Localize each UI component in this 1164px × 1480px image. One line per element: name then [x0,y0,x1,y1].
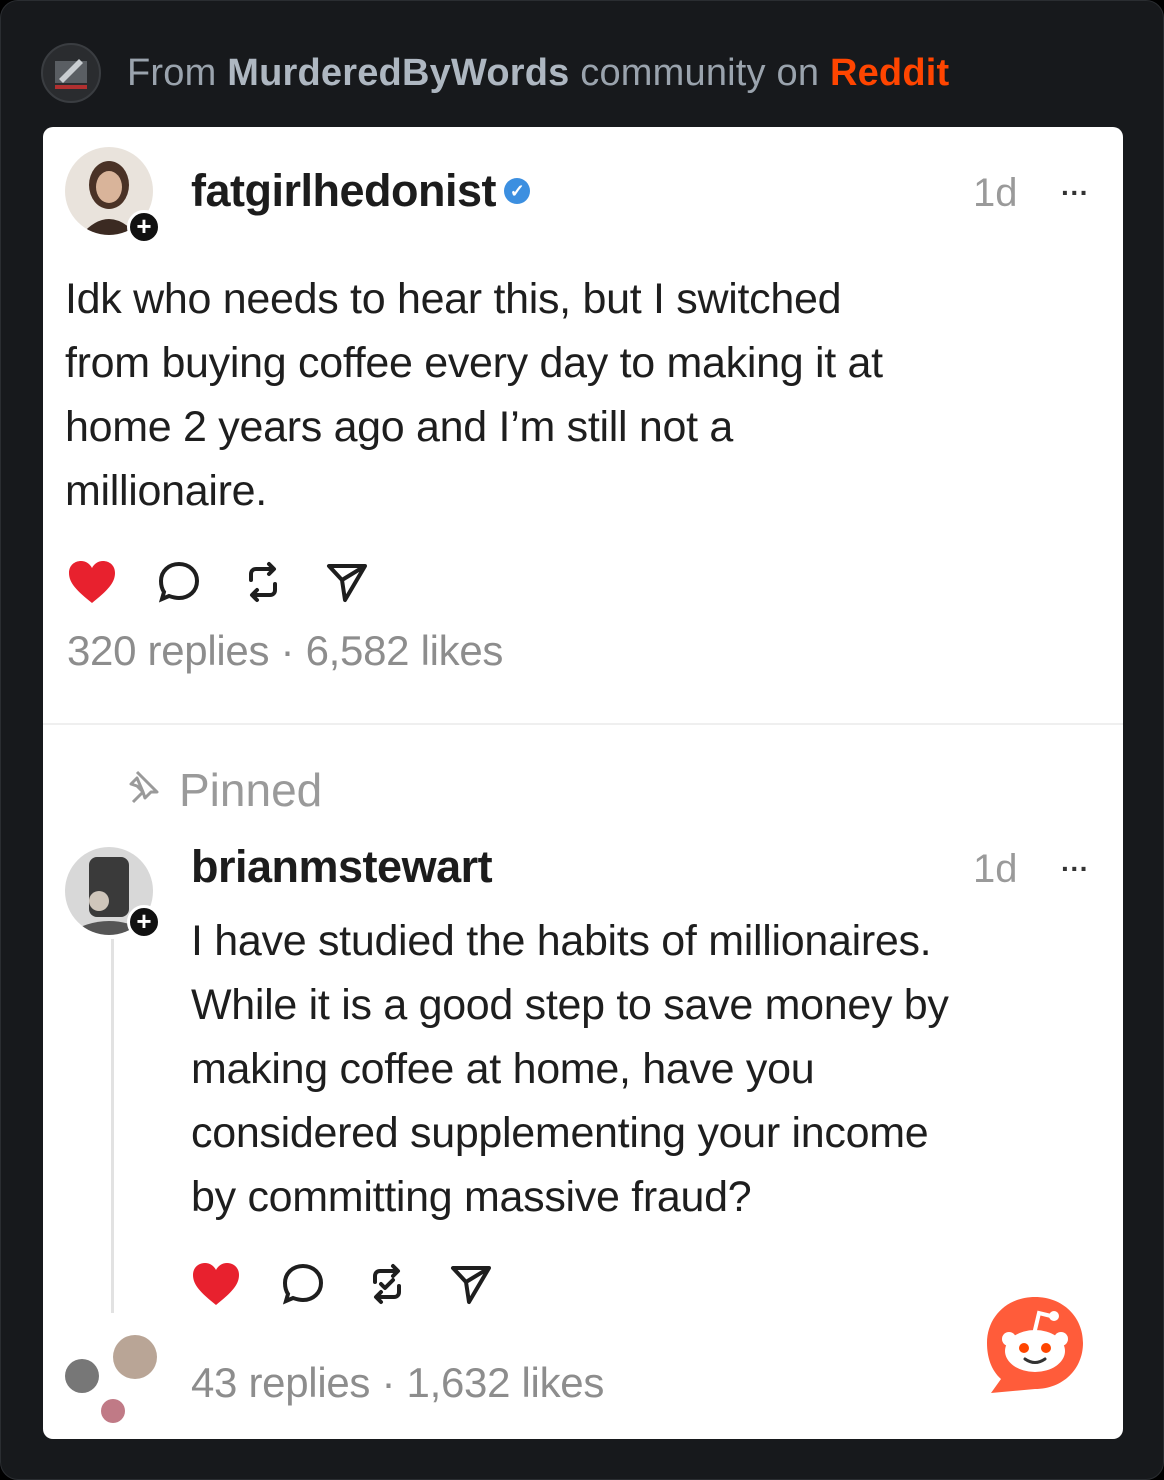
reddit-snoo-logo [983,1293,1087,1397]
follow-plus-icon[interactable]: + [127,210,161,244]
post-line: home 2 years ago and I’m still not a [65,403,734,451]
post-line: millionaire. [65,467,267,515]
comment-icon[interactable] [157,560,201,609]
heart-icon[interactable] [67,559,117,610]
reply-timestamp: 1d [973,847,1018,891]
repost-icon[interactable] [365,1262,409,1311]
divider [43,723,1123,725]
reply-body: I have studied the habits of millionaire… [191,909,949,1229]
comment-icon[interactable] [281,1262,325,1311]
reply-username[interactable]: brianmstewart [191,841,493,893]
share-icon[interactable] [325,560,369,609]
verified-badge-icon: ✓ [504,178,530,205]
follow-plus-icon[interactable]: + [127,905,161,939]
post-line: Idk who needs to hear this, but I switch… [65,275,842,323]
community-name-link[interactable]: MurderedByWords [227,52,569,94]
post-body: Idk who needs to hear this, but I switch… [65,267,883,523]
reply-more-options-icon[interactable]: ··· [1061,853,1089,885]
post-author-row: fatgirlhedonist ✓ [191,165,530,217]
embed-header: From MurderedByWords community on Reddit [41,43,949,103]
thread-line [111,939,114,1313]
share-icon[interactable] [449,1262,493,1311]
reply-actions [191,1261,533,1312]
pin-icon [123,763,161,817]
header-middle: community on [580,51,820,94]
reply-line: by committing massive fraud? [191,1173,752,1221]
replier-avatar [113,1335,157,1379]
post-actions [67,559,409,610]
repost-icon[interactable] [241,560,285,609]
replier-avatar [65,1359,99,1393]
pinned-label-row: Pinned [123,763,322,817]
reply-line: making coffee at home, have you [191,1045,815,1093]
header-prefix: From [127,51,217,94]
post-line: from buying coffee every day to making i… [65,339,883,387]
header-text: From MurderedByWords community on Reddit [127,52,949,95]
post-timestamp: 1d [973,171,1018,215]
post-more-options-icon[interactable]: ··· [1061,177,1089,209]
reply-stats[interactable]: 43 replies · 1,632 likes [191,1359,604,1407]
post-stats[interactable]: 320 replies · 6,582 likes [67,627,503,675]
pinned-label: Pinned [179,764,323,816]
reddit-link[interactable]: Reddit [830,52,949,94]
reply-line: considered supplementing your income [191,1109,929,1157]
threads-screenshot-card: + fatgirlhedonist ✓ 1d ··· Idk who needs … [43,127,1123,1439]
reddit-embed-frame: From MurderedByWords community on Reddit… [0,0,1164,1480]
reply-line: While it is a good step to save money by [191,981,949,1029]
heart-icon[interactable] [191,1261,241,1312]
community-icon[interactable] [41,43,101,103]
post-username[interactable]: fatgirlhedonist [191,165,497,216]
reply-line: I have studied the habits of millionaire… [191,917,932,965]
replier-avatar [101,1399,125,1423]
